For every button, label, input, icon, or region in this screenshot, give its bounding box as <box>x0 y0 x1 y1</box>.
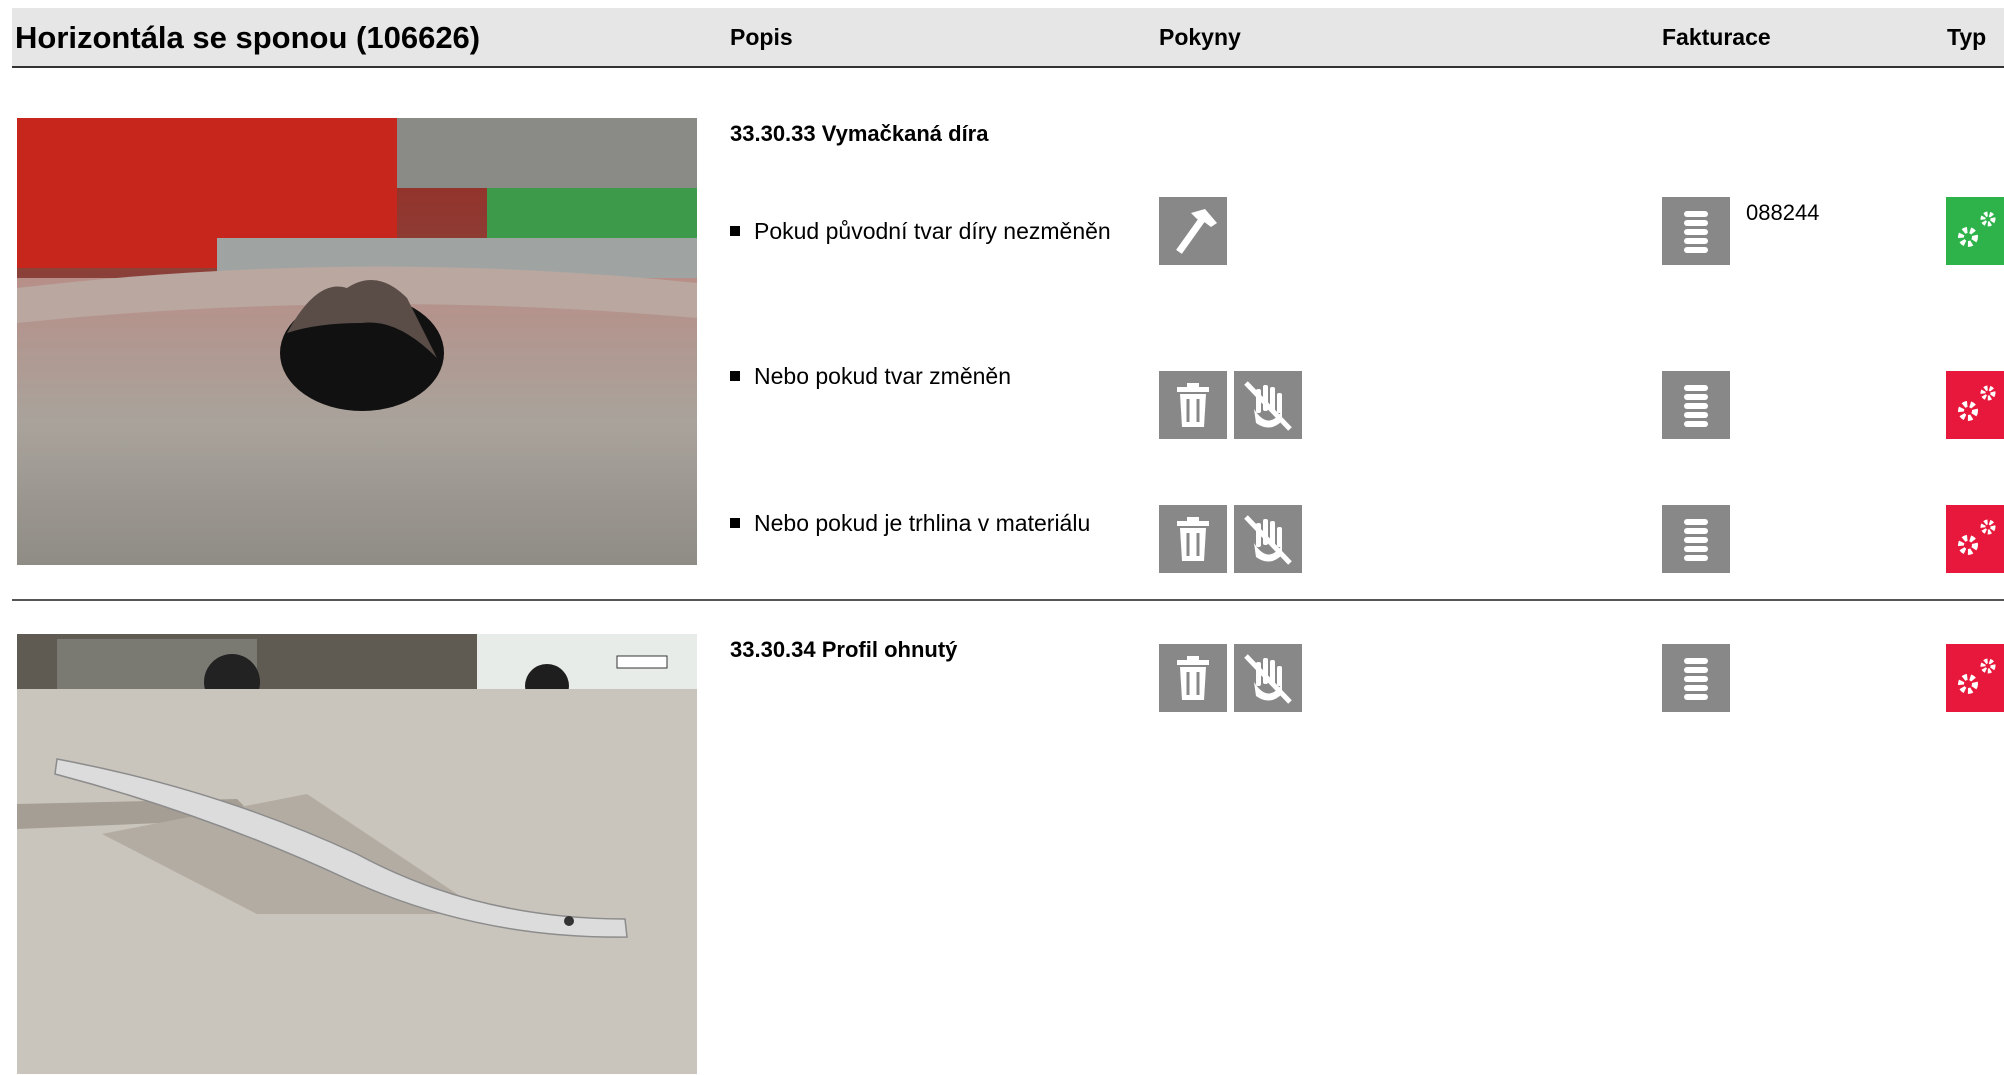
section-divider <box>12 599 2004 601</box>
table-header: Horizontála se sponou (106626) Popis Pok… <box>12 8 2004 68</box>
column-header-pokyny: Pokyny <box>1159 24 1241 50</box>
page-title: Horizontála se sponou (106626) <box>15 20 481 55</box>
list-item: Pokud původní tvar díry nezměněn <box>730 218 1111 245</box>
trash-icon <box>1159 505 1227 573</box>
billing-code: 088244 <box>1746 200 1820 225</box>
list-item-text: Nebo pokud je trhlina v materiálu <box>754 510 1091 536</box>
hammer-icon <box>1159 197 1227 265</box>
bent-profile-photo <box>17 634 697 1074</box>
no-hand-icon <box>1234 505 1302 573</box>
coins-icon <box>1662 371 1730 439</box>
no-hand-icon <box>1234 644 1302 712</box>
list-item: Nebo pokud tvar změněn <box>730 363 1011 390</box>
gears-icon <box>1946 644 2004 712</box>
pressed-hole-photo <box>17 118 697 565</box>
trash-icon <box>1159 644 1227 712</box>
gears-icon <box>1946 371 2004 439</box>
trash-icon <box>1159 371 1227 439</box>
gears-icon <box>1946 197 2004 265</box>
column-header-popis: Popis <box>730 24 793 50</box>
bullet-icon <box>730 371 740 381</box>
column-header-typ: Typ <box>1947 24 1987 50</box>
section-heading: 33.30.33 Vymačkaná díra <box>730 121 989 146</box>
no-hand-icon <box>1234 371 1302 439</box>
section-heading: 33.30.34 Profil ohnutý <box>730 637 958 662</box>
coins-icon <box>1662 505 1730 573</box>
list-item: Nebo pokud je trhlina v materiálu <box>730 510 1090 537</box>
coins-icon <box>1662 644 1730 712</box>
gears-icon <box>1946 505 2004 573</box>
bullet-icon <box>730 518 740 528</box>
column-header-fakturace: Fakturace <box>1662 24 1771 50</box>
coins-icon <box>1662 197 1730 265</box>
list-item-text: Nebo pokud tvar změněn <box>754 363 1011 389</box>
bullet-icon <box>730 226 740 236</box>
list-item-text: Pokud původní tvar díry nezměněn <box>754 218 1111 244</box>
